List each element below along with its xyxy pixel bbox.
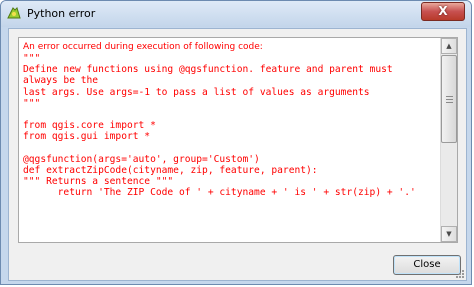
code-line: always be the (23, 75, 99, 87)
code-line: def extractZipCode(cityname, zip, featur… (23, 165, 318, 177)
code-line: """ (23, 53, 41, 64)
error-header: An error occurred during execution of fo… (23, 42, 263, 52)
error-dialog: Python error X An error occurred during … (0, 0, 472, 285)
grip-line (446, 96, 453, 97)
code-line: from qgis.core import * (23, 120, 156, 132)
close-button[interactable]: Close (393, 255, 461, 275)
scroll-up-arrow-icon[interactable]: ▲ (441, 38, 457, 54)
vertical-scrollbar[interactable]: ▲ ▼ (440, 38, 457, 242)
code-line: @qgsfunction(args='auto', group='Custom'… (23, 153, 260, 165)
code-line: Define new functions using @qgsfunction.… (23, 64, 393, 76)
window-title: Python error (27, 7, 96, 20)
dialog-body: An error occurred during execution of fo… (8, 28, 467, 281)
code-line: last args. Use args=-1 to pass a list of… (23, 86, 370, 98)
scroll-down-arrow-icon[interactable]: ▼ (441, 226, 457, 242)
code-line: return 'The ZIP Code of ' + cityname + '… (23, 187, 416, 199)
code-line: from qgis.gui import * (23, 131, 151, 143)
python-error-icon (7, 7, 21, 19)
grip-line (446, 99, 453, 100)
code-line: """ (23, 97, 41, 109)
resize-grip-icon[interactable] (455, 269, 465, 279)
grip-line (446, 102, 453, 103)
code-line: """ Returns a sentence """ (23, 176, 174, 188)
scrollbar-thumb[interactable] (441, 55, 457, 143)
error-message: An error occurred during execution of fo… (23, 41, 433, 199)
error-text-area[interactable]: An error occurred during execution of fo… (18, 37, 458, 243)
window-close-button[interactable]: X (421, 2, 465, 21)
title-bar[interactable]: Python error X (1, 1, 471, 27)
